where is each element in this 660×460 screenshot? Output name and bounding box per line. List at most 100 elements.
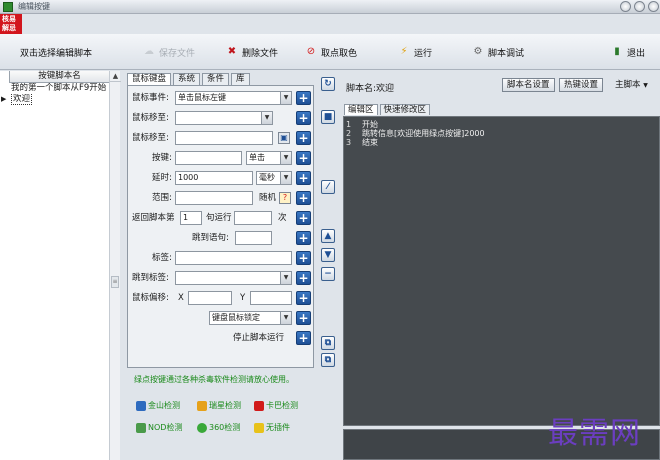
mouse-event-select[interactable]: 单击鼠标左键 ▼ bbox=[175, 91, 292, 105]
add-jump-to-button[interactable]: + bbox=[296, 231, 311, 245]
lock-select[interactable]: 键盘鼠标锁定 ▼ bbox=[209, 311, 292, 325]
detect-label: 无插件 bbox=[266, 423, 290, 432]
delay-input[interactable]: 1000 bbox=[175, 171, 253, 185]
detect-rising[interactable]: 瑞星检测 bbox=[197, 400, 241, 411]
tab-edit-area[interactable]: 编辑区 bbox=[344, 104, 378, 115]
script-list-header: 按键脚本名 bbox=[9, 71, 109, 83]
copy-icon[interactable]: ⧉ bbox=[321, 336, 335, 350]
jump-tag-row: 跳到标签: ▼ + bbox=[128, 271, 315, 287]
mouse-event-label: 鼠标事件: bbox=[132, 93, 169, 103]
detect-label: 瑞星检测 bbox=[209, 401, 241, 410]
return-label: 返回脚本第 bbox=[132, 213, 175, 223]
minimize-button[interactable] bbox=[620, 1, 631, 12]
key-input[interactable] bbox=[175, 151, 242, 165]
delete-label: 删除文件 bbox=[242, 48, 279, 59]
save-button[interactable]: ☁ 保存文件 bbox=[143, 45, 195, 59]
offset-y-input[interactable] bbox=[250, 291, 292, 305]
add-move-to-2-button[interactable]: + bbox=[296, 131, 311, 145]
script-name-setting-button[interactable]: 脚本名设置 bbox=[502, 78, 555, 92]
delay-unit-value: 毫秒 bbox=[259, 173, 275, 182]
delete-icon: ✖ bbox=[227, 46, 237, 57]
detect-360[interactable]: 360检测 bbox=[197, 422, 240, 433]
help-icon[interactable]: ? bbox=[279, 192, 291, 204]
add-lock-button[interactable]: + bbox=[296, 311, 311, 325]
pick-color-button[interactable]: ⊘ 取点取色 bbox=[305, 45, 357, 59]
detect-label: NOD检测 bbox=[148, 423, 183, 432]
jump-tag-select[interactable]: ▼ bbox=[175, 271, 292, 285]
detect-kaspersky[interactable]: 卡巴检测 bbox=[254, 400, 298, 411]
add-delay-button[interactable]: + bbox=[296, 171, 311, 185]
detect-kingsoft[interactable]: 金山检测 bbox=[136, 400, 180, 411]
main-script-value: 主脚本 bbox=[615, 80, 641, 90]
title-bar: 编辑按键 bbox=[0, 0, 660, 14]
splitter-grip[interactable]: ≡ bbox=[111, 276, 119, 288]
add-tag-button[interactable]: + bbox=[296, 251, 311, 265]
move-to-label: 鼠标移至: bbox=[132, 133, 169, 143]
tag-row: 标签: + bbox=[128, 251, 315, 267]
move-to-select[interactable]: ▼ bbox=[175, 111, 273, 125]
run-button[interactable]: ⚡ 运行 bbox=[398, 45, 432, 59]
chevron-down-icon: ▼ bbox=[280, 92, 291, 104]
offset-row: 鼠标偏移: X Y + bbox=[128, 291, 315, 307]
exit-button[interactable]: ▮ 退出 bbox=[611, 45, 645, 59]
mouse-event-row: 鼠标事件: 单击鼠标左键 ▼ + bbox=[128, 91, 315, 107]
remove-line-icon[interactable]: − bbox=[321, 267, 335, 281]
add-move-to-button[interactable]: + bbox=[296, 111, 311, 125]
add-mouse-event-button[interactable]: + bbox=[296, 91, 311, 105]
add-key-button[interactable]: + bbox=[296, 151, 311, 165]
stop-square-icon[interactable]: ■ bbox=[321, 110, 335, 124]
move-to-row-2: 鼠标移至: ▣ + bbox=[128, 131, 315, 147]
line-text: 结束 bbox=[362, 138, 378, 147]
tab-system[interactable]: 系统 bbox=[173, 73, 201, 85]
editor-tabs: 编辑区 快速修改区 bbox=[344, 104, 431, 115]
tab-library[interactable]: 库 bbox=[231, 73, 250, 85]
return-line-input[interactable]: 1 bbox=[180, 211, 202, 225]
detect-nod[interactable]: NOD检测 bbox=[136, 422, 182, 433]
add-stop-button[interactable]: + bbox=[296, 331, 311, 345]
tab-quick-edit[interactable]: 快速修改区 bbox=[379, 104, 431, 115]
capture-icon[interactable]: ▣ bbox=[278, 132, 290, 144]
tab-mouse-keyboard[interactable]: 鼠标键盘 bbox=[127, 73, 172, 85]
code-line[interactable]: 3 结束 bbox=[344, 138, 659, 147]
move-up-icon[interactable]: ▲ bbox=[321, 229, 335, 243]
line-text: 开始 bbox=[362, 120, 378, 129]
move-to-input[interactable] bbox=[175, 131, 273, 145]
refresh-icon[interactable]: ↻ bbox=[321, 77, 335, 91]
edit-line-icon[interactable]: ⁄ bbox=[321, 180, 335, 194]
plugin-icon bbox=[254, 422, 264, 433]
key-action-select[interactable]: 单击 ▼ bbox=[246, 151, 292, 165]
delay-unit-select[interactable]: 毫秒 ▼ bbox=[256, 171, 292, 185]
code-line[interactable]: 1 开始 bbox=[344, 120, 659, 129]
scroll-up-icon[interactable]: ▲ bbox=[110, 71, 121, 82]
delete-button[interactable]: ✖ 删除文件 bbox=[226, 45, 278, 59]
list-item[interactable]: 我的第一个脚本从F9开始 bbox=[0, 83, 119, 94]
stop-row: 停止脚本运行 + bbox=[128, 331, 315, 347]
add-jump-tag-button[interactable]: + bbox=[296, 271, 311, 285]
range-input[interactable] bbox=[175, 191, 253, 205]
list-scrollbar[interactable]: ▲ ≡ bbox=[109, 71, 121, 460]
maximize-button[interactable] bbox=[634, 1, 645, 12]
lightning-icon: ⚡ bbox=[400, 46, 408, 57]
add-range-button[interactable]: + bbox=[296, 191, 311, 205]
code-editor[interactable]: 1 开始 2 跳转信息[欢迎使用绿点按键]2000 3 结束 bbox=[343, 116, 660, 426]
paste-icon[interactable]: ⧉ bbox=[321, 353, 335, 367]
debug-button[interactable]: ⚙ 脚本调试 bbox=[472, 45, 525, 59]
add-offset-button[interactable]: + bbox=[296, 291, 311, 305]
hotkey-setting-button[interactable]: 热键设置 bbox=[559, 78, 604, 92]
move-down-icon[interactable]: ▼ bbox=[321, 248, 335, 262]
chevron-down-icon: ▼ bbox=[643, 82, 648, 89]
main-script-select[interactable]: 主脚本 ▼ bbox=[615, 78, 660, 92]
offset-label: 鼠标偏移: bbox=[132, 293, 169, 303]
key-action-value: 单击 bbox=[249, 153, 265, 162]
jump-to-input[interactable] bbox=[235, 231, 272, 245]
tag-input[interactable] bbox=[175, 251, 292, 265]
offset-x-input[interactable] bbox=[188, 291, 232, 305]
code-line[interactable]: 2 跳转信息[欢迎使用绿点按键]2000 bbox=[344, 129, 659, 138]
jump-tag-label: 跳到标签: bbox=[132, 273, 169, 283]
add-return-button[interactable]: + bbox=[296, 211, 311, 225]
times-input[interactable] bbox=[234, 211, 272, 225]
list-item-selected[interactable]: ▶ 欢迎 bbox=[0, 94, 119, 105]
close-button[interactable] bbox=[648, 1, 659, 12]
tab-condition[interactable]: 条件 bbox=[202, 73, 230, 85]
detect-no-plugin[interactable]: 无插件 bbox=[254, 422, 290, 433]
